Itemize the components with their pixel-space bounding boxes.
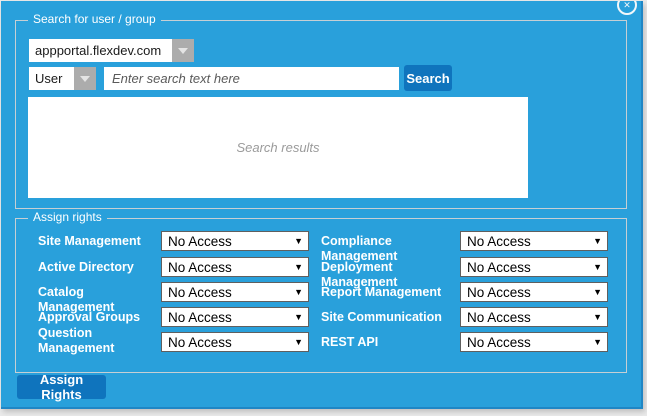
- chevron-down-icon: ▼: [294, 263, 303, 272]
- search-input[interactable]: [104, 67, 399, 90]
- access-select-question-management[interactable]: No Access ▼: [161, 332, 309, 352]
- access-select-deployment-management[interactable]: No Access ▼: [460, 257, 608, 277]
- select-value: No Access: [168, 234, 232, 249]
- select-value: No Access: [168, 260, 232, 275]
- chevron-down-icon: ▼: [593, 237, 602, 246]
- assign-rights-button[interactable]: Assign Rights: [17, 375, 106, 399]
- select-value: No Access: [467, 310, 531, 325]
- select-value: No Access: [467, 260, 531, 275]
- domain-select-value: appportal.flexdev.com: [29, 39, 172, 62]
- chevron-down-icon: ▼: [593, 288, 602, 297]
- chevron-down-icon: ▼: [294, 237, 303, 246]
- chevron-down-icon: ▼: [294, 338, 303, 347]
- search-group-legend: Search for user / group: [28, 12, 161, 26]
- entity-dropdown-button[interactable]: [74, 67, 96, 90]
- select-value: No Access: [168, 335, 232, 350]
- access-select-rest-api[interactable]: No Access ▼: [460, 332, 608, 352]
- search-button[interactable]: Search: [404, 65, 452, 91]
- access-select-approval-groups[interactable]: No Access ▼: [161, 307, 309, 327]
- access-select-active-directory[interactable]: No Access ▼: [161, 257, 309, 277]
- label-active-directory: Active Directory: [38, 260, 158, 275]
- label-site-management: Site Management: [38, 234, 158, 249]
- entity-type-select-value: User: [29, 67, 74, 90]
- chevron-down-icon: ▼: [593, 338, 602, 347]
- domain-dropdown-button[interactable]: [172, 39, 194, 62]
- chevron-down-icon: ▼: [294, 313, 303, 322]
- label-question-management: Question Management: [38, 326, 158, 356]
- label-site-communication: Site Communication: [321, 310, 459, 325]
- access-select-report-management[interactable]: No Access ▼: [460, 282, 608, 302]
- select-value: No Access: [467, 335, 531, 350]
- domain-select[interactable]: appportal.flexdev.com: [29, 39, 194, 62]
- access-select-site-communication[interactable]: No Access ▼: [460, 307, 608, 327]
- search-results-placeholder: Search results: [236, 140, 319, 155]
- page-background: ✕ Search for user / group appportal.flex…: [0, 0, 647, 416]
- chevron-down-icon: ▼: [294, 288, 303, 297]
- label-report-management: Report Management: [321, 285, 459, 300]
- chevron-down-icon: [178, 48, 188, 54]
- access-select-compliance-management[interactable]: No Access ▼: [460, 231, 608, 251]
- select-value: No Access: [467, 285, 531, 300]
- search-results-list[interactable]: Search results: [28, 97, 528, 198]
- entity-type-select[interactable]: User: [29, 67, 96, 90]
- chevron-down-icon: ▼: [593, 263, 602, 272]
- access-select-catalog-management[interactable]: No Access ▼: [161, 282, 309, 302]
- access-select-site-management[interactable]: No Access ▼: [161, 231, 309, 251]
- close-icon: ✕: [623, 1, 631, 10]
- label-approval-groups: Approval Groups: [38, 310, 158, 325]
- close-button[interactable]: ✕: [617, 1, 637, 15]
- chevron-down-icon: ▼: [593, 313, 602, 322]
- select-value: No Access: [168, 285, 232, 300]
- select-value: No Access: [168, 310, 232, 325]
- assign-rights-legend: Assign rights: [28, 210, 107, 224]
- label-rest-api: REST API: [321, 335, 459, 350]
- select-value: No Access: [467, 234, 531, 249]
- chevron-down-icon: [80, 76, 90, 82]
- assign-rights-dialog: ✕ Search for user / group appportal.flex…: [1, 1, 643, 409]
